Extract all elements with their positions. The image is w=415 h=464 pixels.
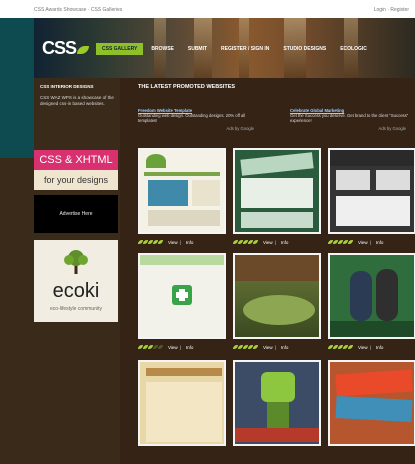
site-header: CSS CSS GALLERY BROWSE SUBMIT REGISTER /… [34,18,415,78]
ads-by-google-label[interactable]: Ads by Google [227,126,254,131]
leaf-rating-icon [348,344,353,349]
promo-ad: Freedom Website Template Outstanding web… [138,108,258,131]
sidebar-description: CSS WAZ WPS is a showcase of the designe… [40,95,114,106]
view-link[interactable]: View [263,240,273,245]
leaf-rating [138,344,163,350]
promo-ad: Celebrate Global Marketing Get the Succe… [290,108,410,131]
website-thumbnail[interactable] [138,360,226,446]
nav-browse[interactable]: BROWSE [145,43,180,55]
section-heading: THE LATEST PROMOTED WEBSITES [138,84,236,90]
promo-ad-description: Get the Success you deserve. Get brand t… [290,113,409,123]
sidebar-intro: CSS INTERIOR DESIGNS CSS WAZ WPS is a sh… [40,84,116,107]
nav-ecologic[interactable]: ECOLOGIC [334,43,373,55]
leaf-rating-icon [253,344,258,349]
leaf-rating [328,239,353,245]
leaf-rating-icon [158,239,163,244]
main-content: THE LATEST PROMOTED WEBSITES Freedom Web… [120,78,415,464]
logo-text: CSS [42,38,77,58]
leaf-rating [233,344,258,350]
website-thumbnail[interactable] [233,360,321,446]
website-card: View | Info [138,253,226,353]
ground-background [0,158,34,464]
css-xhtml-ad[interactable]: CSS & XHTML for your designs [34,150,118,190]
top-bar: CSS Awards Showcase · CSS Galleries Logi… [0,0,415,18]
website-thumbnail[interactable] [138,253,226,339]
info-link[interactable]: Info [376,345,384,350]
leaf-rating [233,239,258,245]
info-link[interactable]: Info [186,345,194,350]
main-navigation: CSS GALLERY BROWSE SUBMIT REGISTER / SIG… [96,43,415,55]
site-logo[interactable]: CSS [42,38,90,59]
info-link[interactable]: Info [376,240,384,245]
website-card: View | Info [328,253,415,353]
website-card: View | Info [138,148,226,248]
css-xhtml-ad-subtitle: for your designs [34,170,118,190]
top-bar-account-links[interactable]: Login · Register [374,7,409,13]
website-card [233,360,321,460]
info-link[interactable]: Info [186,240,194,245]
info-link[interactable]: Info [281,345,289,350]
view-link[interactable]: View [358,240,368,245]
ads-by-google-label[interactable]: Ads by Google [379,126,406,131]
view-link[interactable]: View [168,240,178,245]
card-meta: View | Info [138,237,226,247]
nav-css-gallery[interactable]: CSS GALLERY [96,43,144,55]
leaf-icon [77,46,90,54]
ecoki-tagline: eco-lifestyle community [50,306,102,312]
nav-submit[interactable]: SUBMIT [182,43,213,55]
leaf-rating [138,239,163,245]
leaf-rating-icon [348,239,353,244]
top-bar-left-links[interactable]: CSS Awards Showcase · CSS Galleries [34,7,122,13]
website-card: View | Info [328,148,415,248]
website-thumbnail[interactable] [328,360,415,446]
sidebar: CSS INTERIOR DESIGNS CSS WAZ WPS is a sh… [34,78,120,464]
website-card: View | Info [233,148,321,248]
page-left-background [0,18,34,464]
website-thumbnail[interactable] [233,253,321,339]
leaf-rating-icon [253,239,258,244]
nav-register-sign-in[interactable]: REGISTER / SIGN IN [215,43,275,55]
website-card [328,360,415,460]
sidebar-heading: CSS INTERIOR DESIGNS [40,84,94,89]
tree-icon [64,250,88,274]
view-link[interactable]: View [168,345,178,350]
info-link[interactable]: Info [281,240,289,245]
advertise-here-ad[interactable]: Advertise Here [34,195,118,233]
website-thumbnail[interactable] [233,148,321,234]
card-meta: View | Info [328,237,415,247]
card-meta: View | Info [233,342,321,352]
website-card [138,360,226,460]
card-meta: View | Info [233,237,321,247]
ecoki-ad[interactable]: ecoki eco-lifestyle community [34,240,118,322]
leaf-rating [328,344,353,350]
website-thumbnail[interactable] [328,148,415,234]
website-thumbnail[interactable] [138,148,226,234]
card-meta: View | Info [328,342,415,352]
card-meta: View | Info [138,342,226,352]
ecoki-brand: ecoki [52,280,100,302]
promo-ad-description: Outstanding web design. Outstanding desi… [138,113,246,123]
nav-studio-designs[interactable]: STUDIO DESIGNS [277,43,332,55]
leaf-rating-icon [158,344,163,349]
view-link[interactable]: View [263,345,273,350]
website-card: View | Info [233,253,321,353]
view-link[interactable]: View [358,345,368,350]
css-xhtml-ad-title: CSS & XHTML [34,150,118,170]
website-thumbnail[interactable] [328,253,415,339]
